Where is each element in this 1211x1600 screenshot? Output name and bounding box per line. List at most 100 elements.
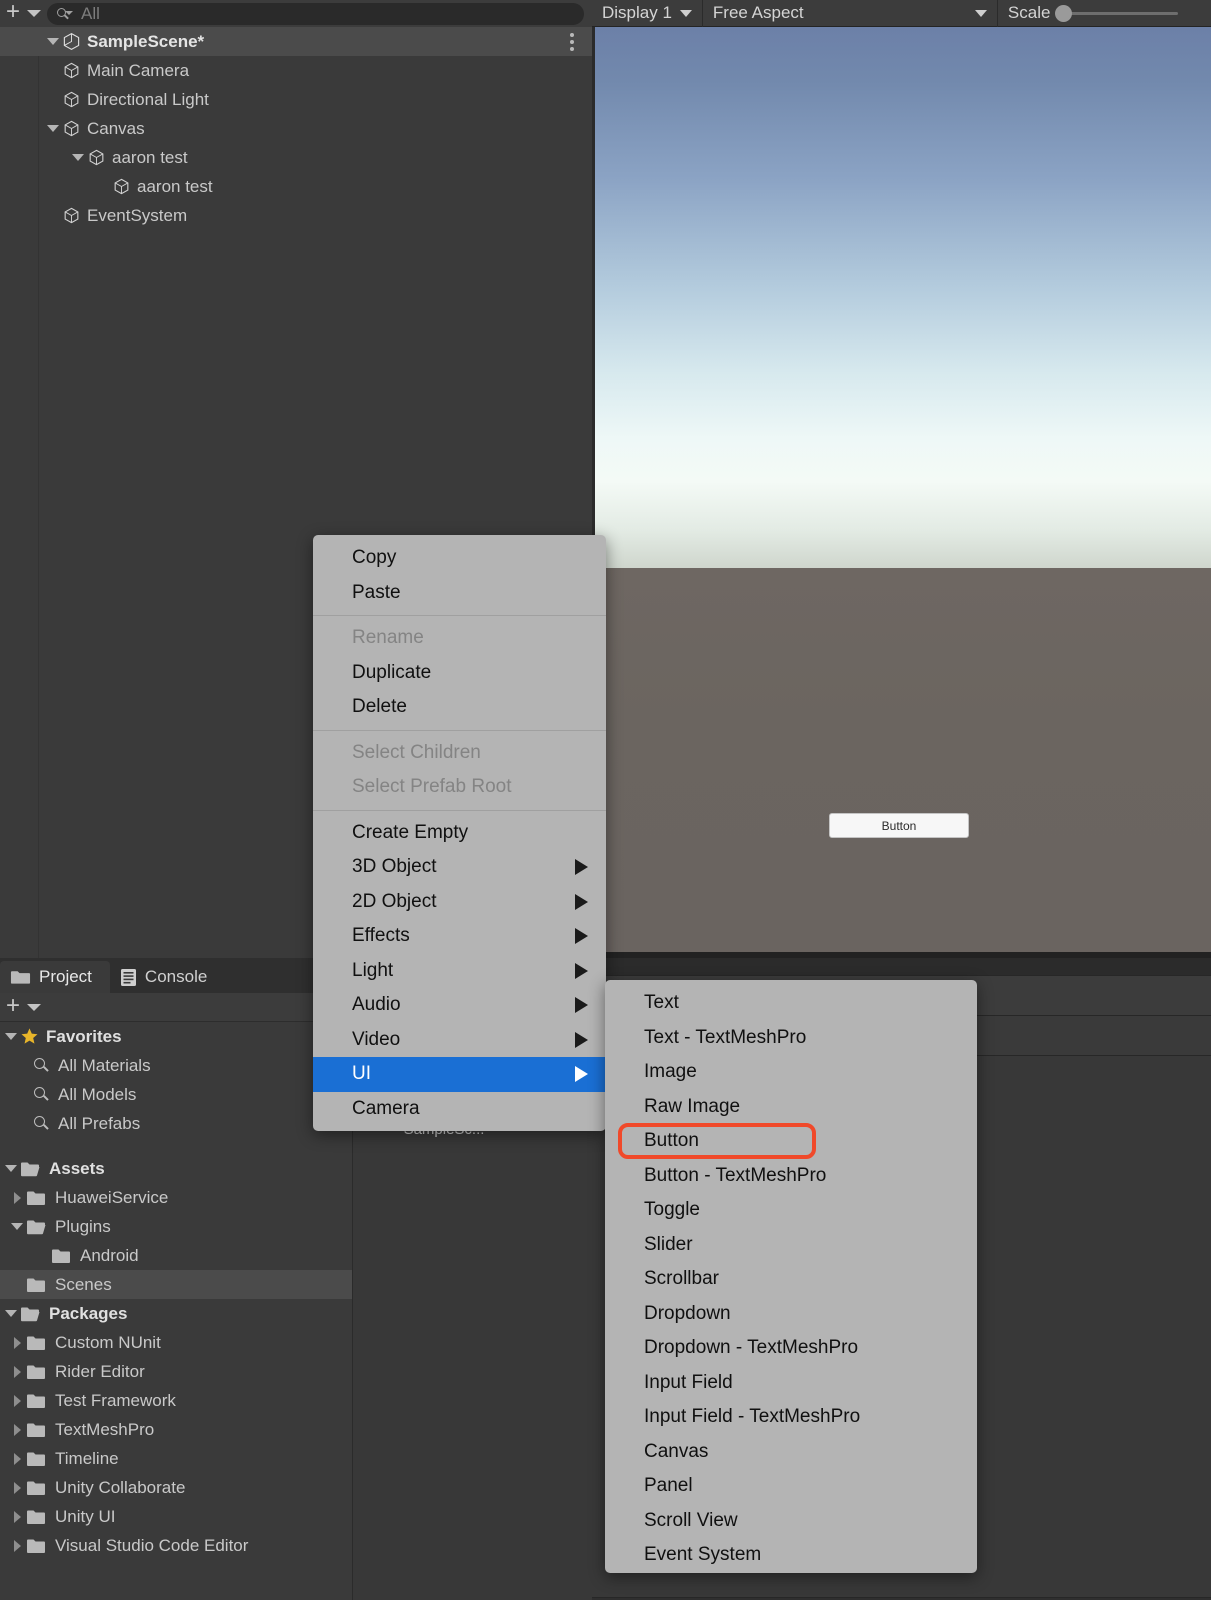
scale-slider[interactable]: Scale (998, 0, 1189, 27)
chevron-right-icon[interactable] (8, 1537, 26, 1555)
project-package-folder[interactable]: Unity UI (0, 1502, 352, 1531)
chevron-down-icon[interactable] (8, 1218, 26, 1236)
chevron-down-icon[interactable] (2, 1160, 20, 1178)
project-asset-folder[interactable]: Scenes (0, 1270, 352, 1299)
project-package-folder[interactable]: Custom NUnit (0, 1328, 352, 1357)
chevron-down-icon[interactable] (27, 1003, 41, 1011)
context-menu-item[interactable]: Duplicate (313, 656, 606, 691)
game-ui-button[interactable]: Button (829, 813, 969, 838)
ui-submenu-item[interactable]: Text - TextMeshPro (605, 1021, 977, 1056)
project-package-label: Timeline (55, 1448, 119, 1468)
ui-submenu-item[interactable]: Dropdown (605, 1297, 977, 1332)
ui-submenu-item[interactable]: Raw Image (605, 1090, 977, 1125)
chevron-right-icon[interactable] (8, 1421, 26, 1439)
ui-submenu-item[interactable]: Event System (605, 1538, 977, 1573)
chevron-down-icon[interactable] (69, 149, 87, 167)
ui-submenu-item[interactable]: Input Field - TextMeshPro (605, 1400, 977, 1435)
hierarchy-item[interactable]: Canvas (0, 114, 592, 143)
project-favorites-group[interactable]: Favorites (0, 1022, 352, 1051)
project-package-folder[interactable]: TextMeshPro (0, 1415, 352, 1444)
hierarchy-item[interactable]: aaron test (0, 172, 592, 201)
hierarchy-item[interactable]: Directional Light (0, 85, 592, 114)
chevron-down-icon[interactable] (27, 10, 41, 17)
chevron-right-icon[interactable] (8, 1189, 26, 1207)
ui-submenu-item[interactable]: Button - TextMeshPro (605, 1159, 977, 1194)
project-asset-folder-label: HuaweiService (55, 1187, 169, 1207)
project-assets-group[interactable]: Assets (0, 1154, 352, 1183)
project-asset-folder-label: Scenes (55, 1274, 112, 1294)
create-asset-button[interactable]: + (0, 993, 26, 1019)
context-menu-item[interactable]: Audio (313, 988, 606, 1023)
project-packages-group[interactable]: Packages (0, 1299, 352, 1328)
add-gameobject-button[interactable]: + (0, 0, 26, 26)
project-favorite-item[interactable]: All Prefabs (0, 1109, 352, 1138)
context-menu-item-label: 3D Object (352, 856, 437, 878)
chevron-down-icon[interactable] (44, 120, 62, 138)
ui-submenu[interactable]: Text Text - TextMeshPro Image Raw Image Butt… (605, 980, 977, 1573)
aspect-dropdown[interactable]: Free Aspect (703, 0, 998, 27)
scale-slider-knob[interactable] (1055, 4, 1073, 22)
ui-submenu-item[interactable]: Panel (605, 1469, 977, 1504)
ui-submenu-item-label: Text - TextMeshPro (644, 1026, 807, 1048)
context-menu-item[interactable]: Create Empty (313, 816, 606, 851)
context-menu-item[interactable]: 2D Object (313, 885, 606, 920)
chevron-down-icon[interactable] (44, 33, 62, 51)
ui-submenu-item[interactable]: Dropdown - TextMeshPro (605, 1331, 977, 1366)
project-package-folder[interactable]: Visual Studio Code Editor (0, 1531, 352, 1560)
hierarchy-item[interactable]: aaron test (0, 143, 592, 172)
project-favorite-item[interactable]: All Materials (0, 1051, 352, 1080)
display-dropdown[interactable]: Display 1 (592, 0, 703, 27)
context-menu-item[interactable]: Delete (313, 690, 606, 725)
game-viewport[interactable]: Button (595, 27, 1211, 952)
ui-submenu-item[interactable]: Button (605, 1124, 977, 1159)
context-menu-item[interactable]: Paste (313, 576, 606, 611)
chevron-right-icon[interactable] (8, 1450, 26, 1468)
context-menu-item[interactable]: Light (313, 954, 606, 989)
chevron-right-icon[interactable] (8, 1392, 26, 1410)
context-menu-item[interactable]: Effects (313, 919, 606, 954)
project-asset-folder[interactable]: Android (0, 1241, 352, 1270)
tab-console[interactable]: Console (110, 961, 225, 993)
chevron-down-icon[interactable] (2, 1305, 20, 1323)
project-asset-folder-label: Plugins (55, 1216, 111, 1236)
hierarchy-search-input[interactable]: All (47, 2, 584, 25)
ui-submenu-item[interactable]: Image (605, 1055, 977, 1090)
cube-icon (62, 90, 81, 109)
project-asset-folder[interactable]: Plugins (0, 1212, 352, 1241)
scale-slider-track[interactable] (1055, 4, 1179, 22)
chevron-down-icon[interactable] (2, 1028, 20, 1046)
ui-submenu-item-label: Scrollbar (644, 1268, 719, 1290)
ui-submenu-item[interactable]: Scroll View (605, 1504, 977, 1539)
context-menu-item-label: Delete (352, 696, 407, 718)
chevron-right-icon[interactable] (8, 1363, 26, 1381)
project-package-folder[interactable]: Timeline (0, 1444, 352, 1473)
chevron-right-icon[interactable] (8, 1334, 26, 1352)
hierarchy-scene-root[interactable]: SampleScene* (0, 27, 592, 56)
ui-submenu-item[interactable]: Scrollbar (605, 1262, 977, 1297)
tab-project[interactable]: Project (0, 961, 110, 993)
context-menu-item[interactable]: Video (313, 1023, 606, 1058)
context-menu-item[interactable]: Camera (313, 1092, 606, 1127)
context-menu-item[interactable]: UI (313, 1057, 606, 1092)
hierarchy-item[interactable]: Main Camera (0, 56, 592, 85)
project-package-folder[interactable]: Test Framework (0, 1386, 352, 1415)
project-package-folder[interactable]: Rider Editor (0, 1357, 352, 1386)
project-favorite-item[interactable]: All Models (0, 1080, 352, 1109)
ui-submenu-item[interactable]: Input Field (605, 1366, 977, 1401)
hierarchy-options-icon[interactable] (570, 32, 574, 51)
ui-submenu-item[interactable]: Slider (605, 1228, 977, 1263)
context-menu-item[interactable]: 3D Object (313, 850, 606, 885)
ui-submenu-item[interactable]: Canvas (605, 1435, 977, 1470)
ui-submenu-item[interactable]: Toggle (605, 1193, 977, 1228)
ui-submenu-item-label: Input Field (644, 1371, 733, 1393)
context-menu[interactable]: Copy Paste Rename Duplicate Delete Select Chi… (313, 535, 606, 1131)
context-menu-item[interactable]: Copy (313, 541, 606, 576)
chevron-right-icon[interactable] (8, 1508, 26, 1526)
project-asset-folder[interactable]: HuaweiService (0, 1183, 352, 1212)
ui-submenu-item[interactable]: Text (605, 986, 977, 1021)
hierarchy-item[interactable]: EventSystem (0, 201, 592, 230)
project-package-folder[interactable]: Unity Collaborate (0, 1473, 352, 1502)
chevron-right-icon[interactable] (8, 1479, 26, 1497)
